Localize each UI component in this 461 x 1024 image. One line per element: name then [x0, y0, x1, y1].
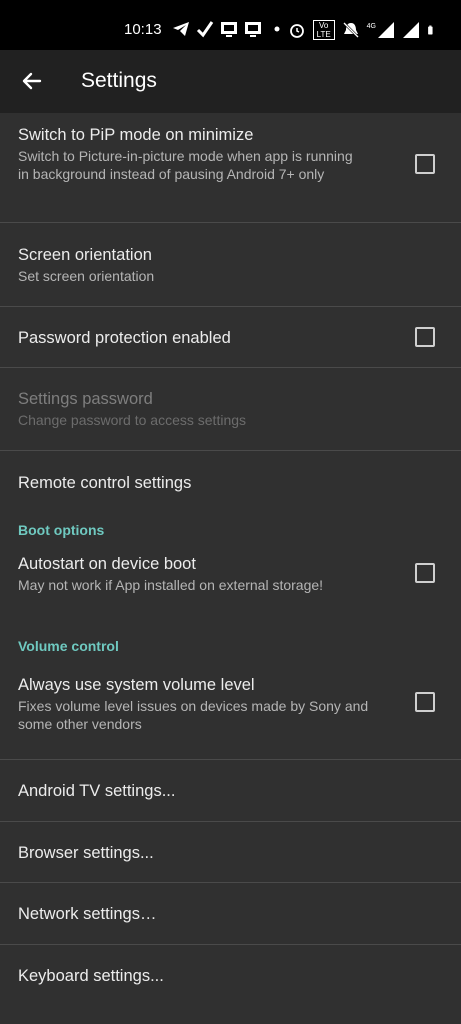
pref-title: Network settings… — [18, 905, 157, 923]
pref-autostart[interactable]: Autostart on device boot May not work if… — [0, 543, 461, 638]
pref-system-volume[interactable]: Always use system volume level Fixes vol… — [0, 668, 461, 760]
notification-icons — [172, 20, 286, 38]
pref-title: Autostart on device boot — [18, 555, 196, 573]
system-volume-checkbox[interactable] — [415, 692, 435, 712]
signal-icon — [403, 22, 419, 38]
pref-title: Settings password — [18, 390, 153, 408]
pref-android-tv[interactable]: Android TV settings... — [0, 760, 461, 822]
arrow-back-icon[interactable] — [20, 69, 44, 93]
dot-icon — [274, 26, 280, 32]
telegram-icon — [173, 22, 189, 36]
alarm-icon — [289, 24, 304, 38]
app-bar: Settings — [0, 50, 461, 113]
pref-remote-control[interactable]: Remote control settings — [0, 451, 461, 514]
battery-icon — [428, 25, 433, 35]
pip-mode-checkbox[interactable] — [415, 154, 435, 174]
check-icon — [196, 21, 214, 38]
mute-icon — [342, 22, 359, 38]
pref-summary: Change password to access settings — [18, 412, 247, 428]
password-protection-checkbox[interactable] — [415, 327, 435, 347]
pref-summary: Fixes volume level issues on devices mad… — [18, 698, 369, 732]
category-boot-options: Boot options — [18, 522, 105, 538]
pref-title: Browser settings... — [18, 844, 154, 862]
signal-4g-icon — [378, 22, 394, 38]
pref-summary: Switch to Picture-in-picture mode when a… — [18, 148, 353, 182]
pref-title: Android TV settings... — [18, 782, 176, 800]
pref-pip-mode[interactable]: Switch to PiP mode on minimize Switch to… — [0, 113, 461, 223]
pref-screen-orientation[interactable]: Screen orientation Set screen orientatio… — [0, 223, 461, 307]
pref-browser[interactable]: Browser settings... — [0, 822, 461, 883]
category-volume-control: Volume control — [18, 638, 119, 654]
pref-title: Always use system volume level — [18, 676, 255, 694]
pref-keyboard[interactable]: Keyboard settings... — [0, 945, 461, 1005]
page-title: Settings — [81, 69, 157, 92]
pref-title: Keyboard settings... — [18, 967, 164, 985]
volte-icon: Vo LTE — [312, 20, 335, 40]
pref-settings-password: Settings password Change password to acc… — [0, 368, 461, 451]
status-time: 10:13 — [124, 21, 162, 38]
pref-title: Remote control settings — [18, 474, 192, 492]
screencast-icon — [245, 22, 261, 37]
pref-summary: May not work if App installed on externa… — [18, 577, 324, 593]
pref-title: Password protection enabled — [18, 329, 231, 347]
system-icons: Vo LTE 4G — [288, 20, 437, 40]
pref-network[interactable]: Network settings… — [0, 883, 461, 945]
autostart-checkbox[interactable] — [415, 563, 435, 583]
settings-list: Switch to PiP mode on minimize Switch to… — [0, 113, 461, 1005]
status-bar: 10:13 Vo LTE 4G — [0, 0, 461, 50]
pref-title: Screen orientation — [18, 246, 152, 264]
screencast-icon — [221, 22, 237, 37]
network-type-label: 4G — [366, 22, 376, 30]
pref-password-protection[interactable]: Password protection enabled — [0, 307, 461, 368]
pref-summary: Set screen orientation — [18, 268, 155, 284]
pref-title: Switch to PiP mode on minimize — [18, 126, 254, 144]
